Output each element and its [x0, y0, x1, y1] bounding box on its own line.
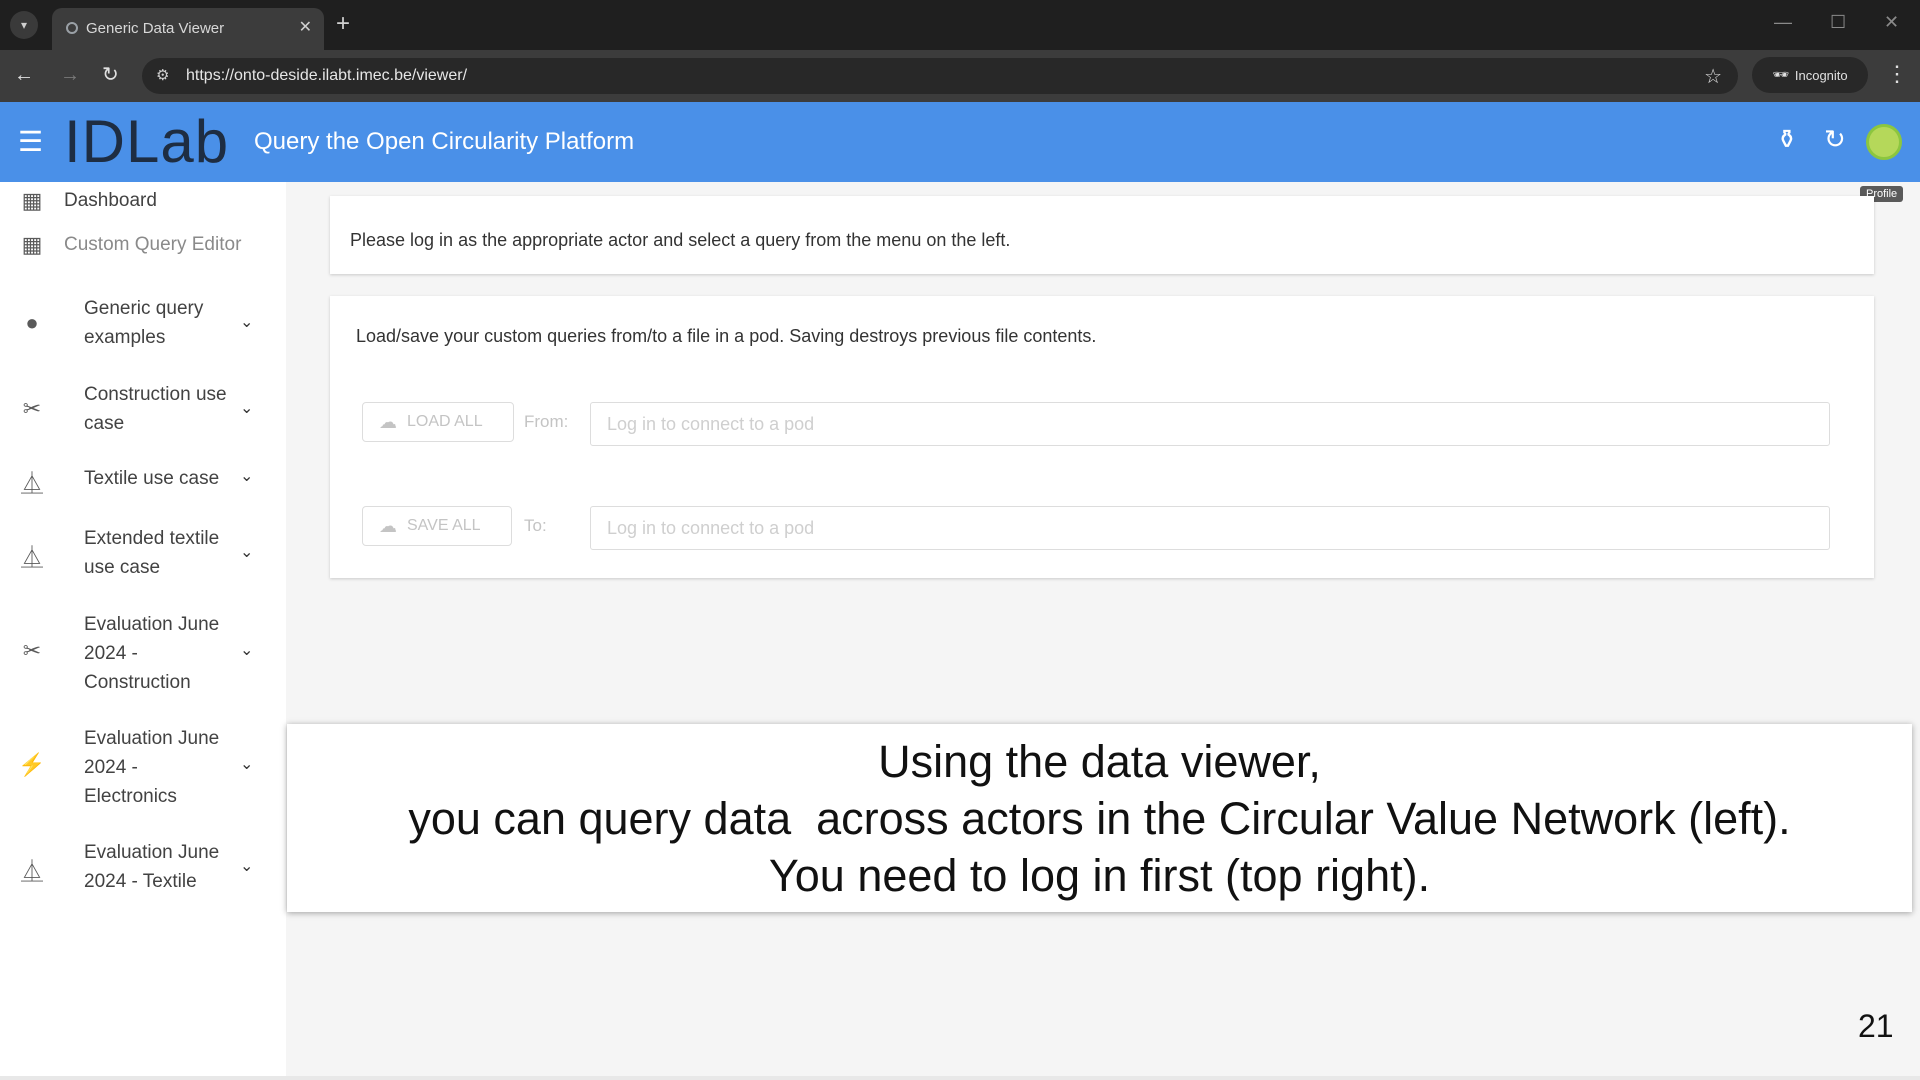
sidebar-item-generic-query-examples[interactable]: ● Generic query examples ⌄	[0, 290, 286, 354]
slide-number: 21	[1858, 1008, 1894, 1044]
cloud-download-icon: ☁	[379, 411, 397, 432]
app-header: ☰ IDLab Query the Open Circularity Platf…	[0, 102, 1920, 182]
url-text[interactable]: https://onto-deside.ilabt.imec.be/viewer…	[186, 67, 467, 85]
close-icon[interactable]: ✕	[299, 17, 312, 37]
reload-icon[interactable]: ↻	[102, 63, 119, 87]
load-all-button[interactable]: ☁ LOAD ALL	[362, 402, 514, 442]
load-pod-field[interactable]	[590, 402, 1830, 446]
chevron-down-icon[interactable]: ⌄	[240, 466, 253, 486]
tab-search-icon[interactable]: ▾	[10, 11, 38, 39]
hanger-icon: ⏅	[20, 859, 43, 884]
browser-tab-bar: ▾ Generic Data Viewer ✕ + — ☐ ✕	[0, 0, 1920, 50]
profile-avatar[interactable]	[1866, 124, 1902, 160]
bolt-icon: ⚡	[18, 752, 46, 777]
idlab-logo: IDLab	[64, 108, 230, 175]
sidebar: ▦ Dashboard ▦ Custom Query Editor ● Gene…	[0, 182, 286, 1080]
sidebar-item-label: Evaluation June 2024 - Construction	[84, 614, 220, 693]
sidebar-item-custom-query-editor[interactable]: ▦ Custom Query Editor	[0, 224, 286, 264]
clean-icon[interactable]: ⚱	[1776, 124, 1798, 154]
caption-line-3: You need to log in first (top right).	[768, 850, 1431, 901]
incognito-badge[interactable]: 🕶 Incognito	[1752, 57, 1868, 93]
save-all-button[interactable]: ☁ SAVE ALL	[362, 506, 512, 546]
chevron-down-icon[interactable]: ⌄	[240, 640, 253, 660]
back-icon[interactable]: ←	[14, 63, 34, 87]
pod-help-text: Load/save your custom queries from/to a …	[356, 326, 1097, 346]
chevron-down-icon[interactable]: ⌄	[240, 856, 253, 876]
forward-icon[interactable]: →	[60, 63, 80, 87]
incognito-label: Incognito	[1794, 67, 1848, 83]
load-all-label: LOAD ALL	[407, 413, 483, 430]
hanger-icon: ⏅	[20, 545, 43, 570]
sidebar-item-label: Textile use case	[84, 468, 220, 489]
cloud-upload-icon: ☁	[379, 515, 397, 536]
minimize-icon[interactable]: —	[1774, 12, 1792, 33]
caption-line-2: you can query data across actors in the …	[408, 793, 1791, 844]
chevron-down-icon[interactable]: ⌄	[240, 542, 253, 562]
browser-tab[interactable]: Generic Data Viewer ✕	[52, 8, 324, 50]
app-title: Query the Open Circularity Platform	[254, 128, 635, 155]
refresh-icon[interactable]: ↻	[1824, 124, 1846, 154]
caption-box: Using the data viewer, you can query dat…	[287, 724, 1912, 912]
tools-icon: ✂	[22, 396, 42, 421]
sidebar-item-construction-use-case[interactable]: ✂ Construction use case ⌄	[0, 376, 286, 440]
tools-icon: ✂	[22, 638, 42, 663]
hamburger-menu-icon[interactable]: ☰	[18, 126, 43, 158]
address-bar[interactable]: ⚙ https://onto-deside.ilabt.imec.be/view…	[142, 58, 1738, 94]
star-icon[interactable]: ☆	[1704, 64, 1722, 89]
chevron-down-icon[interactable]: ⌄	[240, 398, 253, 418]
caption-line-1: Using the data viewer,	[878, 736, 1321, 787]
sidebar-item-label: Generic query examples	[84, 298, 204, 348]
sidebar-item-label: Extended textile use case	[84, 528, 220, 578]
sidebar-item-dashboard[interactable]: ▦ Dashboard	[0, 182, 286, 222]
incognito-icon: 🕶	[1772, 67, 1789, 82]
sidebar-item-label: Evaluation June 2024 - Electronics	[84, 728, 220, 807]
sidebar-item-evaluation-textile[interactable]: ⏅ Evaluation June 2024 - Textile ⌄	[0, 834, 286, 898]
sidebar-item-label: Construction use case	[84, 384, 227, 434]
info-icon: ●	[25, 310, 39, 335]
tab-title: Generic Data Viewer	[86, 20, 225, 37]
dashboard-icon: ▦	[21, 188, 43, 213]
sidebar-item-label: Evaluation June 2024 - Textile	[84, 842, 220, 892]
bottom-divider	[0, 1076, 1920, 1080]
save-pod-field[interactable]	[590, 506, 1830, 550]
from-label: From:	[524, 412, 569, 431]
chevron-down-icon[interactable]: ⌄	[240, 754, 253, 774]
kebab-menu-icon[interactable]: ⋮	[1886, 62, 1908, 86]
to-label: To:	[524, 516, 547, 535]
maximize-icon[interactable]: ☐	[1830, 12, 1846, 33]
globe-icon	[66, 22, 78, 34]
load-pod-input[interactable]	[591, 403, 1829, 445]
sidebar-item-evaluation-electronics[interactable]: ⚡ Evaluation June 2024 - Electronics ⌄	[0, 720, 286, 810]
intro-card: Please log in as the appropriate actor a…	[330, 196, 1874, 274]
sidebar-item-extended-textile-use-case[interactable]: ⏅ Extended textile use case ⌄	[0, 520, 286, 584]
sidebar-item-evaluation-construction[interactable]: ✂ Evaluation June 2024 - Construction ⌄	[0, 606, 286, 696]
plus-icon[interactable]: +	[336, 10, 350, 38]
hanger-icon: ⏅	[20, 471, 43, 496]
sidebar-item-label: Dashboard	[64, 190, 157, 211]
grid-icon: ▦	[21, 232, 43, 257]
chevron-down-icon[interactable]: ⌄	[240, 312, 253, 332]
intro-text: Please log in as the appropriate actor a…	[350, 230, 1011, 250]
browser-toolbar: ← → ↻ ⚙ https://onto-deside.ilabt.imec.b…	[0, 50, 1920, 102]
save-pod-input[interactable]	[591, 507, 1829, 549]
sidebar-item-textile-use-case[interactable]: ⏅ Textile use case ⌄	[0, 460, 286, 500]
save-all-label: SAVE ALL	[407, 517, 481, 534]
site-settings-icon[interactable]: ⚙	[156, 66, 169, 84]
sidebar-item-label: Custom Query Editor	[64, 234, 242, 255]
pod-card: Load/save your custom queries from/to a …	[330, 296, 1874, 578]
window-close-icon[interactable]: ✕	[1884, 12, 1899, 33]
